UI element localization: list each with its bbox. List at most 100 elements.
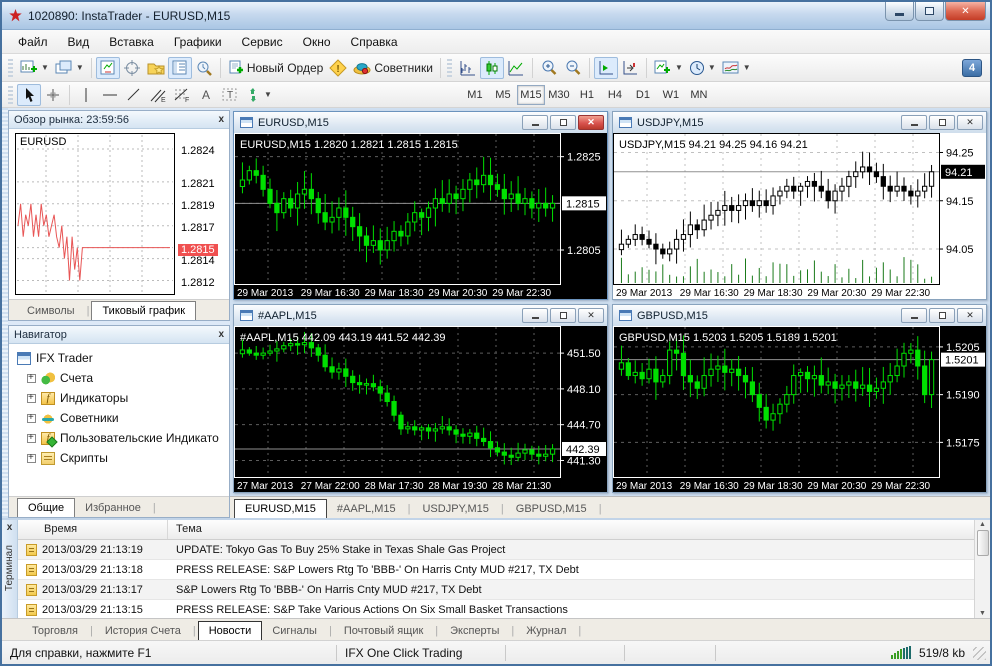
candlestick-button[interactable] (479, 56, 504, 79)
restore-button[interactable] (550, 308, 576, 323)
timeframe-M30[interactable]: M30 (545, 85, 573, 105)
close-button[interactable]: ✕ (945, 2, 986, 21)
label-button[interactable]: T (218, 84, 242, 106)
text-button[interactable]: A (194, 84, 218, 106)
toolbar-grip[interactable] (8, 85, 13, 104)
news-row[interactable]: 2013/03/29 21:13:19 UPDATE: Tokyo Gas To … (18, 540, 974, 560)
terminal-tab-Эксперты[interactable]: Эксперты (440, 622, 509, 640)
terminal-tab-Почтовый ящик[interactable]: Почтовый ящик (334, 622, 433, 640)
expand-icon[interactable] (27, 372, 36, 383)
timeframe-H4[interactable]: H4 (601, 85, 629, 105)
new-chart-button[interactable]: ▼ (17, 57, 52, 79)
market-watch-toggle[interactable] (95, 56, 120, 79)
close-button[interactable]: ✕ (957, 115, 983, 130)
market-watch-tab-Символы[interactable]: Символы (17, 302, 85, 320)
expand-icon[interactable] (27, 452, 36, 463)
bar-chart-button[interactable] (456, 57, 480, 79)
news-row[interactable]: 2013/03/29 21:13:18 PRESS RELEASE: S&P Lo… (18, 560, 974, 580)
minimize-button[interactable] (901, 115, 927, 130)
market-watch-tab-Тиковый график[interactable]: Тиковый график (91, 301, 197, 320)
news-scrollbar[interactable]: ▲ ▼ (974, 520, 990, 618)
new-order-button[interactable]: Новый Ордер (225, 57, 326, 79)
timeframe-MN[interactable]: MN (685, 85, 713, 105)
navigator-tab-Избранное[interactable]: Избранное (75, 499, 151, 517)
toolbar-grip[interactable] (446, 58, 452, 77)
close-icon[interactable]: x (7, 522, 13, 533)
terminal-tab-Торговля[interactable]: Торговля (22, 622, 88, 640)
tree-item-indicators[interactable]: f Индикаторы (15, 388, 227, 408)
arrows-button[interactable]: ▼ (242, 84, 275, 106)
column-topic[interactable]: Тема (168, 520, 208, 539)
menu-Сервис[interactable]: Сервис (232, 32, 293, 52)
chart-shift-button[interactable] (618, 57, 642, 79)
data-window-button[interactable] (120, 57, 144, 79)
toolbar-grip[interactable] (8, 58, 13, 77)
timeframe-M15[interactable]: M15 (516, 84, 545, 105)
line-chart-button[interactable] (504, 57, 528, 79)
resize-grip[interactable] (973, 646, 986, 660)
menu-Вставка[interactable]: Вставка (99, 32, 164, 52)
status-trading-mode[interactable]: IFX One Click Trading (337, 645, 505, 661)
tree-item-advisors[interactable]: Советники (15, 408, 227, 428)
chart-plot-area[interactable]: 451.50 448.10 444.70 441.30 442.39 27 Mar 201… (234, 326, 607, 492)
tree-item-custom-indicators[interactable]: f Пользовательские Индикато (15, 428, 227, 448)
terminal-tab-Сигналы[interactable]: Сигналы (262, 622, 327, 640)
restore-button[interactable] (929, 308, 955, 323)
chart-tab-EURUSD,M15[interactable]: EURUSD,M15 (234, 499, 327, 518)
hline-button[interactable] (98, 84, 122, 106)
menu-Вид[interactable]: Вид (58, 32, 100, 52)
terminal-tab-Новости[interactable]: Новости (197, 621, 263, 640)
chart-plot-area[interactable]: 94.25 94.15 94.05 94.21 29 Mar 2013 29 Mar 16… (613, 133, 986, 299)
restore-button[interactable] (550, 115, 576, 130)
chart-plot-area[interactable]: 1.2825 1.2805 1.2815 29 Mar 2013 29 Mar 16:3… (234, 133, 607, 299)
navigator-toggle[interactable] (144, 57, 168, 79)
expand-icon[interactable] (27, 412, 36, 423)
crosshair-button[interactable] (41, 84, 65, 106)
expand-icon[interactable] (27, 392, 36, 403)
notifications-badge[interactable]: 4 (962, 58, 982, 77)
strategy-tester-button[interactable] (192, 57, 216, 79)
zoom-in-button[interactable] (537, 57, 561, 79)
scroll-thumb[interactable] (976, 530, 989, 556)
templates-button[interactable]: ▼ (719, 57, 754, 79)
timeframe-D1[interactable]: D1 (629, 85, 657, 105)
zoom-out-button[interactable] (561, 57, 585, 79)
timeframe-W1[interactable]: W1 (657, 85, 685, 105)
tree-root[interactable]: IFX Trader (15, 348, 227, 368)
timeframe-M1[interactable]: M1 (461, 85, 489, 105)
tick-chart[interactable]: EURUSD (15, 133, 175, 295)
close-icon[interactable]: x (218, 329, 224, 340)
indicators-button[interactable]: ▼ (651, 57, 686, 79)
terminal-tab-Журнал[interactable]: Журнал (516, 622, 576, 640)
chart-tab-USDJPY,M15[interactable]: USDJPY,M15 (412, 500, 498, 518)
minimize-button[interactable] (901, 308, 927, 323)
profiles-button[interactable]: ▼ (52, 57, 87, 79)
menu-Справка[interactable]: Справка (341, 32, 408, 52)
navigator-tab-Общие[interactable]: Общие (17, 498, 76, 517)
chart-window-titlebar[interactable]: USDJPY,M15 ✕ (613, 112, 986, 133)
auto-scroll-button[interactable] (593, 56, 618, 79)
minimize-button[interactable] (522, 115, 548, 130)
timeframe-M5[interactable]: M5 (489, 85, 517, 105)
tree-item-accounts[interactable]: Счета (15, 368, 227, 388)
chart-plot-area[interactable]: 1.5205 1.5190 1.5175 1.5201 29 Mar 2013 29 Ma… (613, 326, 986, 492)
chart-window-titlebar[interactable]: EURUSD,M15 ✕ (234, 112, 607, 133)
close-icon[interactable]: x (218, 114, 224, 125)
restore-button[interactable] (915, 2, 944, 21)
channel-button[interactable]: E (146, 84, 170, 106)
menu-Файл[interactable]: Файл (8, 32, 58, 52)
close-button[interactable]: ✕ (957, 308, 983, 323)
warning-button[interactable]: ! (326, 57, 350, 79)
timeframe-H1[interactable]: H1 (573, 85, 601, 105)
close-button[interactable]: ✕ (578, 115, 604, 130)
tree-item-scripts[interactable]: Скрипты (15, 448, 227, 468)
scroll-up-icon[interactable]: ▲ (979, 521, 986, 528)
minimize-button[interactable] (522, 308, 548, 323)
fibonacci-button[interactable]: F (170, 84, 194, 106)
expand-icon[interactable] (27, 432, 36, 443)
column-time[interactable]: Время (18, 520, 168, 539)
terminal-toggle[interactable] (167, 56, 192, 79)
news-row[interactable]: 2013/03/29 21:13:15 PRESS RELEASE: S&P Ta… (18, 600, 974, 618)
chart-window-titlebar[interactable]: #AAPL,M15 ✕ (234, 305, 607, 326)
chart-tab-GBPUSD,M15[interactable]: GBPUSD,M15 (506, 500, 597, 518)
